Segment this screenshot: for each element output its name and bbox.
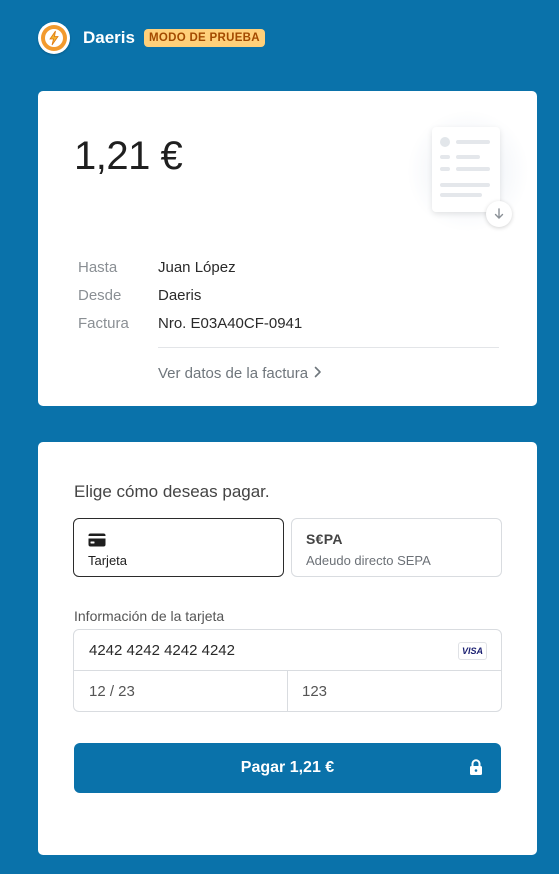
brand-name: Daeris — [83, 28, 135, 47]
visa-icon: VISA — [458, 642, 487, 660]
expiry-input[interactable] — [89, 683, 269, 700]
view-invoice-details-link[interactable]: Ver datos de la factura — [158, 365, 322, 382]
invoice-row-from: Desde Daeris — [78, 281, 302, 309]
divider — [158, 347, 499, 348]
payment-method-label: Tarjeta — [88, 553, 128, 568]
credit-card-icon — [88, 533, 106, 552]
invoice-summary-card: 1,21 € Hasta Juan López Desde Daeris Fac… — [38, 91, 537, 406]
lock-icon — [469, 759, 483, 781]
invoice-label: Factura — [78, 314, 129, 332]
payment-method-label: Adeudo directo SEPA — [306, 553, 431, 568]
sepa-logo-icon: S€PA — [306, 531, 343, 547]
invoice-label: Desde — [78, 286, 122, 304]
invoice-value: Nro. E03A40CF-0941 — [158, 314, 303, 332]
invoice-value: Daeris — [158, 286, 202, 304]
card-number-input[interactable] — [89, 642, 409, 659]
payment-method-prompt: Elige cómo deseas pagar. — [74, 482, 270, 501]
pay-button-label: Pagar 1,21 € — [240, 759, 335, 776]
cvc-input[interactable] — [302, 683, 482, 700]
payment-method-card[interactable]: Tarjeta — [73, 518, 284, 577]
invoice-row-to: Hasta Juan López — [78, 253, 302, 281]
download-arrow-icon — [486, 201, 512, 227]
invoice-label: Hasta — [78, 258, 118, 276]
card-info-label: Información de la tarjeta — [74, 608, 225, 624]
payment-method-sepa[interactable]: S€PA Adeudo directo SEPA — [291, 518, 502, 577]
view-invoice-link-label: Ver datos de la factura — [158, 365, 309, 382]
pay-button[interactable]: Pagar 1,21 € — [74, 743, 501, 793]
header: Daeris MODO DE PRUEBA — [38, 20, 265, 56]
card-info-fields: VISA — [73, 629, 502, 712]
payment-card: Elige cómo deseas pagar. Tarjeta S€PA Ad… — [38, 442, 537, 855]
invoice-amount: 1,21 € — [74, 134, 183, 178]
invoice-details: Hasta Juan López Desde Daeris Factura Nr… — [78, 253, 302, 337]
invoice-value: Juan López — [158, 258, 236, 276]
test-mode-badge: MODO DE PRUEBA — [143, 29, 265, 47]
invoice-row-number: Factura Nro. E03A40CF-0941 — [78, 309, 302, 337]
chevron-right-icon — [314, 365, 322, 382]
lightning-bolt-icon — [38, 22, 70, 54]
invoice-document-icon — [408, 111, 528, 231]
